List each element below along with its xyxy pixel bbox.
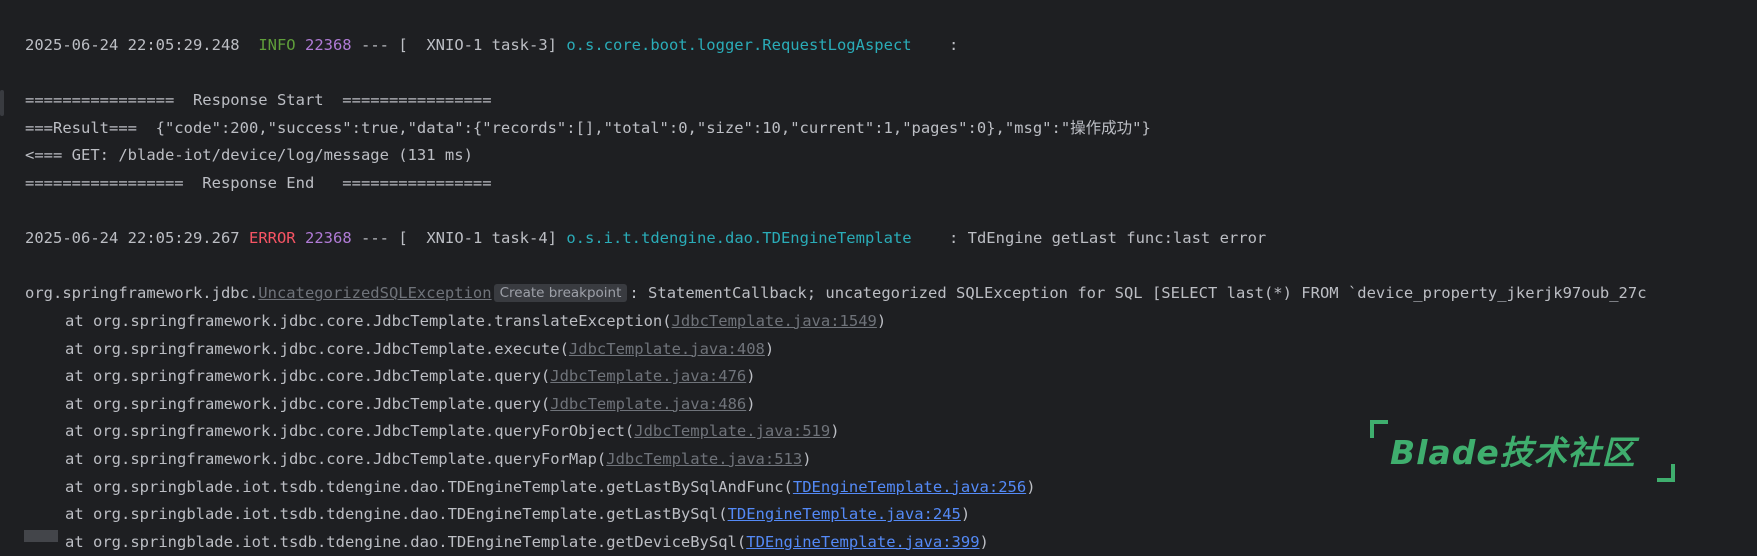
log-thread: [ XNIO-1 task-3] [398, 36, 557, 54]
response-result: ===Result=== {"code":200,"success":true,… [25, 118, 1151, 137]
bracket-top-left-icon [1370, 420, 1388, 438]
log-line-error: 2025-06-24 22:05:29.267 ERROR 22368 --- … [25, 225, 1757, 253]
stack-frame-close: ) [764, 339, 775, 358]
watermark-logo: Blade技术社区 [1370, 418, 1675, 482]
watermark-text: Blade技术社区 [1390, 433, 1636, 472]
log-message: : [948, 36, 959, 54]
stack-frame: at org.springframework.jdbc.core.JdbcTem… [25, 363, 1757, 391]
gutter-scroll-marker [0, 90, 4, 116]
stack-frame-close: ) [746, 394, 756, 413]
log-thread: [ XNIO-1 task-4] [398, 229, 557, 248]
log-pid: 22368 [305, 229, 352, 248]
log-timestamp: 2025-06-24 22:05:29.267 [25, 229, 240, 248]
stack-frame-source-link[interactable]: TDEngineTemplate.java:256 [793, 478, 1026, 496]
create-breakpoint-button[interactable]: Create breakpoint [493, 284, 628, 303]
stack-frame-close: ) [876, 311, 887, 330]
stack-frame-method: at org.springblade.iot.tsdb.tdengine.dao… [65, 477, 793, 496]
stack-frame-source-link[interactable]: JdbcTemplate.java:408 [569, 340, 765, 358]
log-separator: --- [361, 36, 389, 54]
stack-frame-method: at org.springframework.jdbc.core.JdbcTem… [65, 367, 551, 386]
log-line-info: 2025-06-24 22:05:29.248 INFO 22368 --- [… [25, 32, 1757, 60]
stack-frame-source-link[interactable]: TDEngineTemplate.java:245 [728, 505, 961, 523]
exception-class-link[interactable]: UncategorizedSQLException [258, 284, 491, 302]
response-request: <=== GET: /blade-iot/device/log/message … [25, 146, 473, 165]
stack-frame-source-link[interactable]: JdbcTemplate.java:476 [550, 367, 746, 385]
stack-frame-method: at org.springframework.jdbc.core.JdbcTem… [65, 311, 672, 330]
log-separator: --- [361, 229, 390, 248]
bracket-bottom-right-icon [1657, 464, 1675, 482]
stack-frame: at org.springframework.jdbc.core.JdbcTem… [25, 336, 1757, 364]
log-pid: 22368 [304, 36, 352, 54]
stack-frame-method: at org.springframework.jdbc.core.JdbcTem… [65, 394, 551, 413]
stack-frame: at org.springframework.jdbc.core.JdbcTem… [25, 308, 1757, 336]
log-level-error: ERROR [248, 229, 296, 248]
stack-frame-close: ) [830, 422, 840, 441]
stack-frame-method: at org.springframework.jdbc.core.JdbcTem… [65, 422, 635, 441]
exception-line: org.springframework.jdbc.UncategorizedSQ… [25, 280, 1757, 308]
stack-frame-close: ) [746, 367, 756, 386]
stack-frame-source-link[interactable]: JdbcTemplate.java:486 [550, 395, 746, 413]
stack-frame-method: at org.springblade.iot.tsdb.tdengine.dao… [65, 505, 728, 524]
log-logger: o.s.core.boot.logger.RequestLogAspect [566, 36, 912, 54]
stack-frame: at org.springframework.jdbc.core.JdbcTem… [25, 391, 1757, 419]
exception-package: org.springframework.jdbc. [25, 284, 259, 303]
stack-frame-close: ) [802, 449, 812, 468]
stack-frame-close: ) [960, 505, 971, 524]
stack-frame-method: at org.springframework.jdbc.core.JdbcTem… [65, 449, 607, 468]
log-timestamp: 2025-06-24 22:05:29.248 [25, 36, 240, 54]
exception-message: : StatementCallback; uncategorized SQLEx… [629, 284, 1647, 303]
log-message: : TdEngine getLast func:last error [948, 229, 1267, 248]
response-start: ================ Response Start ========… [25, 91, 492, 110]
stack-frame-source-link[interactable]: JdbcTemplate.java:513 [606, 450, 802, 468]
stack-frame-close: ) [1026, 477, 1036, 496]
stack-frame: at org.springblade.iot.tsdb.tdengine.dao… [25, 501, 1757, 529]
stack-frame-method: at org.springframework.jdbc.core.JdbcTem… [65, 339, 569, 358]
stack-frame-source-link[interactable]: JdbcTemplate.java:519 [634, 422, 830, 440]
stack-frame-source-link[interactable]: JdbcTemplate.java:1549 [672, 312, 877, 330]
response-end: ================= Response End =========… [25, 173, 492, 192]
log-logger: o.s.i.t.tdengine.dao.TDEngineTemplate [566, 229, 912, 248]
stack-frame: at org.springblade.iot.tsdb.tdengine.dao… [25, 529, 1757, 556]
fold-marker [24, 530, 58, 542]
log-level-info: INFO [258, 36, 296, 54]
